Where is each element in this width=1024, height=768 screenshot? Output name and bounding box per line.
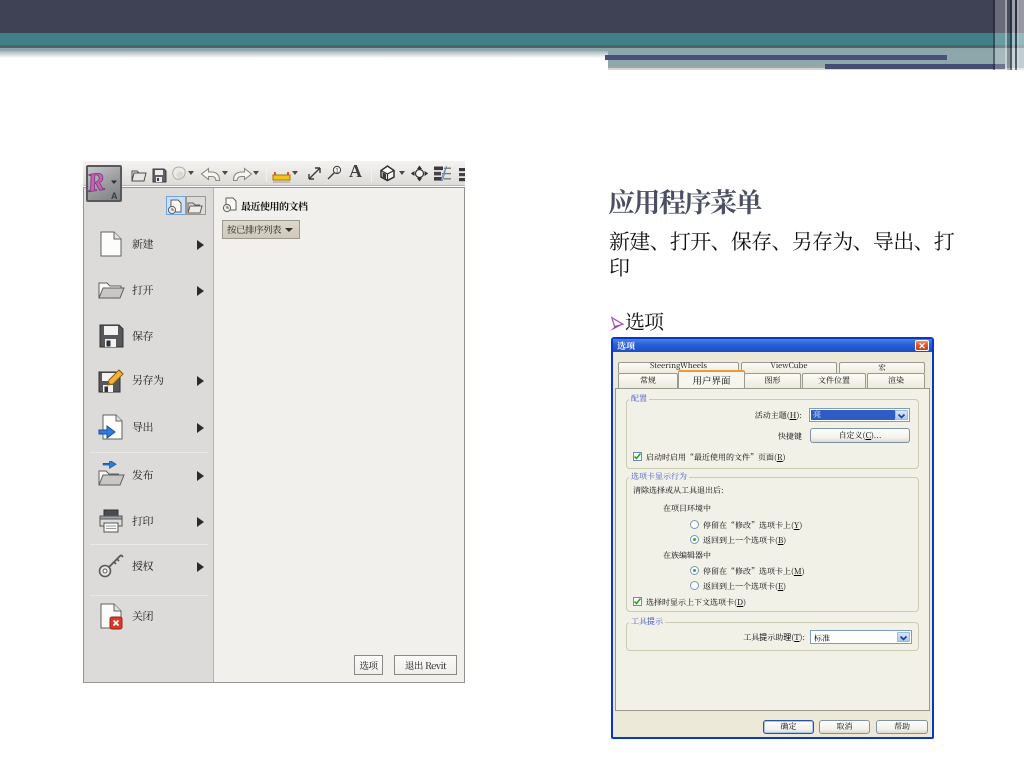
svg-text:A: A [111, 191, 118, 200]
svg-text:R: R [88, 167, 107, 198]
